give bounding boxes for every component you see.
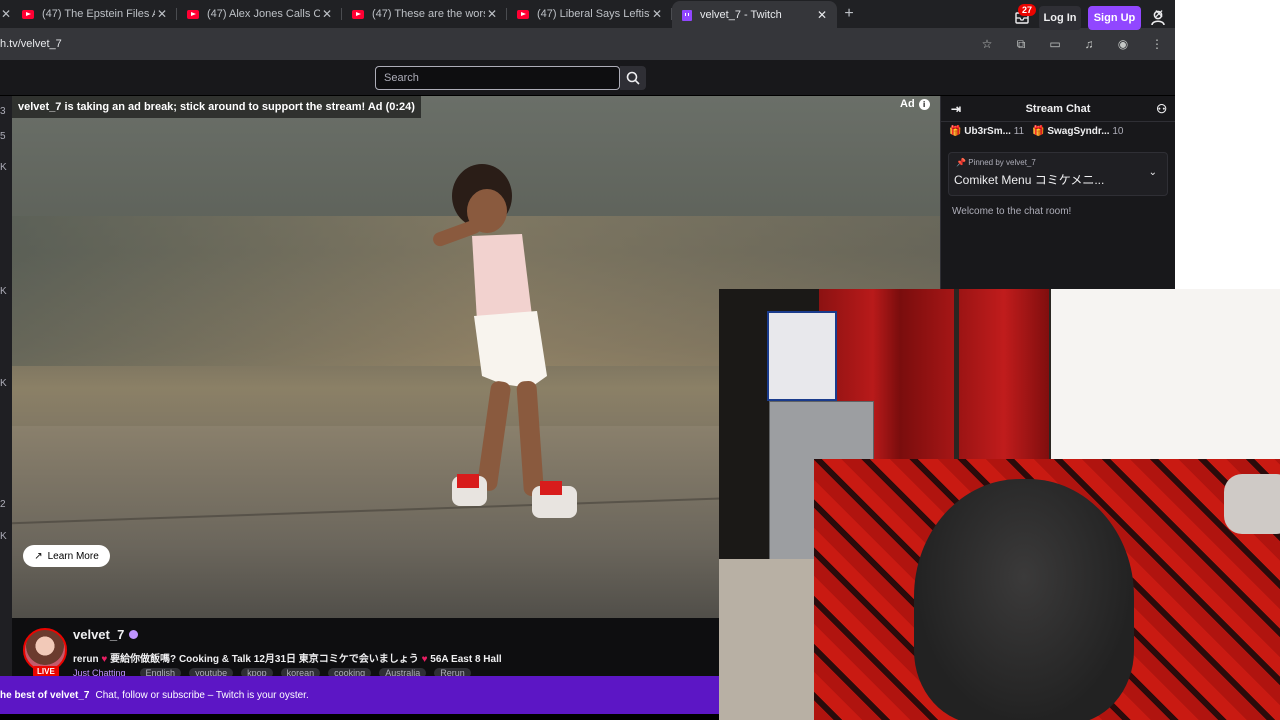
- youtube-icon: [517, 9, 529, 19]
- pinned-by-label: Pinned by: [968, 158, 1004, 167]
- tab-title: (47) Liberal Says Leftists F'D UP: [537, 8, 650, 20]
- stream-title-suffix: 56A East 8 Hall: [430, 654, 502, 665]
- menu-icon[interactable]: ⋮: [1149, 37, 1165, 52]
- signup-button[interactable]: Sign Up: [1088, 6, 1141, 30]
- gift-icon: 🎁: [949, 126, 962, 137]
- tab-title: (47) The Epstein Files Are Way W: [42, 8, 155, 20]
- pinned-by-user: velvet_7: [1006, 158, 1036, 167]
- user-icon[interactable]: [1150, 9, 1166, 27]
- info-icon[interactable]: i: [918, 98, 930, 110]
- tab-close-icon[interactable]: ✕: [320, 7, 334, 21]
- top-gifters: 🎁 Ub3rSm... 11 🎁 SwagSyndr... 10: [949, 126, 1123, 137]
- video-subject-figure: [433, 164, 577, 518]
- pinned-message[interactable]: 📌 Pinned by velvet_7 Comiket Menu コミケメニ.…: [948, 152, 1168, 196]
- browser-tab[interactable]: (47) The Epstein Files Are Way W ✕: [12, 0, 177, 28]
- webcam-person: [914, 479, 1134, 720]
- pinned-by: 📌 Pinned by velvet_7: [956, 158, 1036, 167]
- channel-name-text: velvet_7: [73, 627, 125, 642]
- tab-title: velvet_7 - Twitch: [700, 9, 782, 21]
- youtube-icon: [187, 9, 199, 19]
- stream-title: rerun ♥ 要給你做飯嗎? Cooking & Talk 12月31日 東京…: [73, 650, 502, 665]
- ad-label-text: Ad: [900, 98, 915, 110]
- browser-tab-active[interactable]: velvet_7 - Twitch ✕: [672, 1, 837, 29]
- chat-title: Stream Chat: [1025, 102, 1091, 115]
- gifter-name: SwagSyndr...: [1047, 126, 1110, 137]
- learn-more-label: Learn More: [47, 550, 99, 562]
- chevron-down-icon[interactable]: ⌄: [1149, 167, 1157, 178]
- sidebar-glyph: 3: [0, 106, 6, 117]
- tab-title: (47) Alex Jones Calls Candace O: [207, 8, 320, 20]
- sidebar-glyph: 2: [0, 499, 6, 510]
- promo-banner[interactable]: he best of velvet_7 Chat, follow or subs…: [0, 676, 719, 714]
- webcam-overlay: [719, 289, 1280, 720]
- tab-title: (47) These are the worst pirates: [372, 8, 485, 20]
- stream-title-prefix: rerun: [73, 654, 99, 665]
- chat-welcome-message: Welcome to the chat room!: [952, 206, 1072, 217]
- learn-more-button[interactable]: ↗ Learn More: [23, 545, 110, 567]
- gifter-count: 10: [1112, 126, 1124, 137]
- browser-tab[interactable]: (47) Alex Jones Calls Candace O ✕: [177, 0, 342, 28]
- youtube-icon: [352, 9, 364, 19]
- heart-icon: ♥: [421, 654, 428, 665]
- bookmark-star-icon[interactable]: ☆: [979, 37, 995, 52]
- twitch-top-nav: Search: [0, 60, 1175, 96]
- sidebar-glyph: 5: [0, 131, 6, 142]
- community-icon[interactable]: ⚇: [1156, 102, 1167, 116]
- sidebar-glyph: K: [0, 286, 7, 297]
- search-button[interactable]: [620, 66, 646, 90]
- notification-badge: 27: [1018, 4, 1037, 16]
- chat-header: ⇥ Stream Chat ⚇: [941, 96, 1175, 122]
- pinned-message-text: Comiket Menu コミケメニ...: [954, 173, 1105, 187]
- channel-name[interactable]: velvet_7: [73, 627, 139, 642]
- promo-bold-text: he best of velvet_7: [0, 689, 90, 701]
- close-icon[interactable]: ✕: [0, 0, 12, 28]
- left-sidebar: 3 5 K K K 2 K: [0, 96, 12, 676]
- twitch-icon: [682, 9, 692, 21]
- tab-close-icon[interactable]: ✕: [155, 7, 169, 21]
- sidebar-glyph: K: [0, 378, 7, 389]
- gifter-name: Ub3rSm...: [964, 126, 1011, 137]
- sidebar-glyph: K: [0, 162, 7, 173]
- address-bar: h.tv/velvet_7 ☆ ⧉ ▭ ♫ ◉ ⋮: [0, 28, 1175, 60]
- pin-icon: 📌: [956, 158, 966, 167]
- tab-close-icon[interactable]: ✕: [650, 7, 664, 21]
- youtube-icon: [22, 9, 34, 19]
- promo-text: Chat, follow or subscribe – Twitch is yo…: [95, 689, 309, 701]
- gift-icon: 🎁: [1032, 126, 1045, 137]
- new-tab-icon[interactable]: +: [837, 5, 861, 23]
- login-button[interactable]: Log In: [1039, 6, 1081, 30]
- cast-icon[interactable]: ▭: [1047, 37, 1063, 52]
- webcam-curtain: [959, 289, 1049, 459]
- external-link-icon: ↗: [34, 550, 43, 562]
- extensions-icon[interactable]: ⧉: [1013, 37, 1029, 52]
- stream-chat-panel: ⇥ Stream Chat ⚇ 🎁 Ub3rSm... 11 🎁 SwagSyn…: [940, 96, 1175, 290]
- webcam-box: [767, 311, 837, 401]
- webcam-wall: [1051, 289, 1280, 459]
- url-field[interactable]: h.tv/velvet_7: [0, 38, 979, 50]
- ad-label: Ad i: [900, 98, 930, 110]
- tab-close-icon[interactable]: ✕: [815, 8, 829, 22]
- profile-icon[interactable]: ◉: [1115, 37, 1131, 52]
- verified-icon: [129, 630, 139, 639]
- browser-tab[interactable]: (47) Liberal Says Leftists F'D UP ✕: [507, 0, 672, 28]
- media-icon[interactable]: ♫: [1081, 37, 1097, 52]
- search-input[interactable]: Search: [375, 66, 620, 90]
- tab-close-icon[interactable]: ✕: [485, 7, 499, 21]
- webcam-pillow: [1224, 474, 1280, 534]
- gifter-item[interactable]: 🎁 SwagSyndr... 10: [1032, 126, 1123, 137]
- browser-tab-bar: ✕ (47) The Epstein Files Are Way W ✕ (47…: [0, 0, 1175, 29]
- browser-tab[interactable]: (47) These are the worst pirates ✕: [342, 0, 507, 28]
- heart-icon: ♥: [101, 654, 108, 665]
- search-icon: [626, 71, 640, 85]
- gifter-count: 11: [1013, 126, 1025, 137]
- gifter-item[interactable]: 🎁 Ub3rSm... 11: [949, 126, 1024, 137]
- collapse-chat-icon[interactable]: ⇥: [951, 102, 961, 116]
- ad-break-notice: velvet_7 is taking an ad break; stick ar…: [12, 96, 421, 118]
- sidebar-glyph: K: [0, 531, 7, 542]
- toolbar-icons: ☆ ⧉ ▭ ♫ ◉ ⋮: [979, 37, 1175, 52]
- blank-region: [1175, 0, 1280, 290]
- stream-title-main: 要給你做飯嗎? Cooking & Talk 12月31日 東京コミケで会いまし…: [110, 654, 419, 665]
